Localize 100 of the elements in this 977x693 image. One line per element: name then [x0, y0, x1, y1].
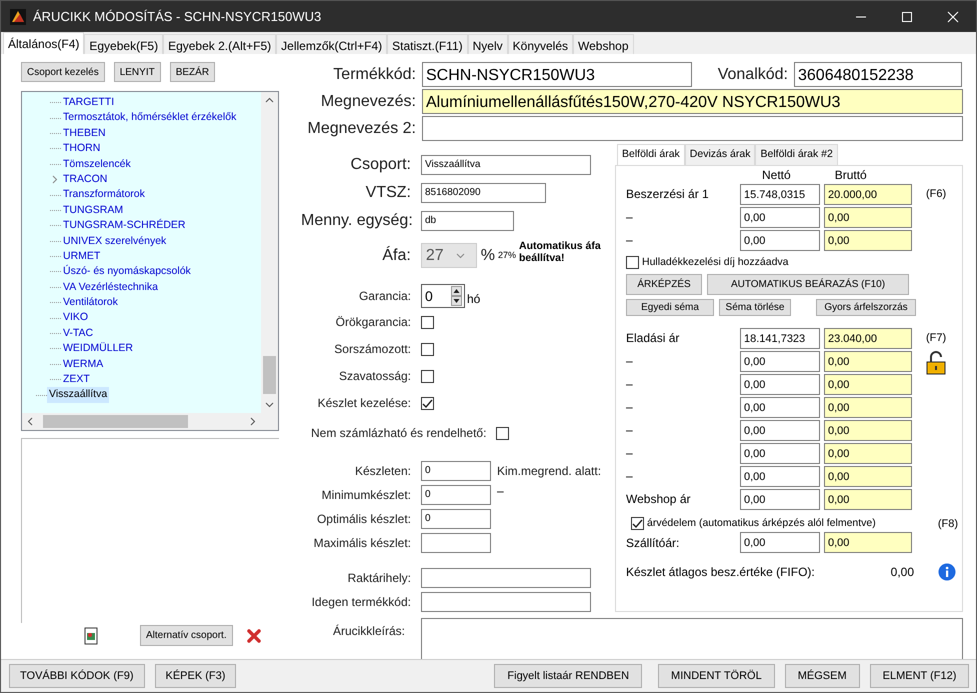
tree-item[interactable]: THORN	[61, 141, 102, 157]
scroll-down-icon[interactable]	[265, 400, 274, 409]
price-field[interactable]: 0,00	[740, 442, 820, 464]
price-field[interactable]: 0,00	[824, 230, 912, 251]
input-field[interactable]	[422, 116, 963, 141]
tree-item[interactable]: TARGETTI	[61, 95, 116, 110]
button[interactable]: BEZÁR	[170, 62, 216, 82]
tree-item[interactable]: VIKO	[61, 310, 90, 326]
input-field[interactable]: 0	[421, 461, 491, 481]
input-field[interactable]	[421, 568, 591, 588]
button[interactable]: Séma törlése	[719, 298, 791, 316]
chevron-icon[interactable]	[50, 175, 59, 184]
tree-item[interactable]: TUNGSRAM-SCHRÉDER	[61, 218, 188, 234]
price-field[interactable]: 0,00	[740, 396, 820, 418]
padlock-icon[interactable]	[926, 351, 946, 375]
input-field[interactable]: Visszaállítva	[421, 155, 591, 175]
tab[interactable]: Egyebek 2.(Alt+F5)	[163, 34, 276, 54]
checkbox[interactable]	[421, 370, 434, 382]
button[interactable]: Gyors árfelszorzás	[816, 298, 916, 316]
tree-item[interactable]: WEIDMÜLLER	[61, 341, 136, 357]
number-spinner[interactable]: 0	[421, 284, 465, 308]
tree-item[interactable]: VA Vezérléstechnika	[61, 280, 160, 296]
input-field[interactable]: SCHN-NSYCR150WU3	[422, 62, 692, 87]
price-field[interactable]: 0,00	[740, 206, 820, 228]
tree-item[interactable]: ZEXT	[61, 372, 92, 388]
scroll-right-icon[interactable]	[248, 417, 257, 426]
button[interactable]: MÉGSEM	[784, 664, 860, 688]
checkbox[interactable]	[421, 342, 434, 356]
tree-item[interactable]: Ventilátorok	[61, 295, 120, 310]
tab[interactable]: Könyvelés	[508, 34, 574, 54]
document-icon[interactable]	[84, 626, 98, 644]
button[interactable]: Csoport kezelés	[21, 62, 105, 82]
input-field[interactable]: 0	[421, 509, 491, 529]
button[interactable]: Egyedi séma	[626, 298, 714, 316]
price-field[interactable]: 18.141,7323	[740, 328, 820, 348]
alternative-group-button[interactable]: Alternatív csoport.	[140, 625, 233, 646]
description-field[interactable]	[421, 618, 963, 659]
scrollbar-thumb[interactable]	[43, 415, 188, 428]
tab[interactable]: Webshop	[573, 34, 634, 54]
input-field[interactable]: Alumíniumellenállásfűtés150W,270-420V NSYCR150WU3	[422, 89, 963, 114]
delete-icon[interactable]	[246, 628, 262, 644]
tree-item[interactable]: Úszó- és nyomáskapcsolók	[61, 264, 193, 280]
checkbox[interactable]	[626, 256, 639, 270]
tab[interactable]: Belföldi árak	[617, 144, 685, 165]
input-field[interactable]	[421, 533, 491, 553]
checkbox[interactable]	[421, 316, 434, 328]
tab[interactable]: Nyelv	[468, 34, 508, 54]
tree-item[interactable]: TRACON	[61, 172, 110, 188]
price-field[interactable]: 0,00	[740, 230, 820, 251]
price-field[interactable]: 0,00	[740, 466, 820, 486]
price-field[interactable]: 0,00	[824, 466, 912, 486]
button[interactable]: Figyelt listaár RENDBEN	[494, 664, 642, 688]
dropdown[interactable]: 27	[420, 243, 477, 268]
tab[interactable]: Statiszt.(F11)	[387, 34, 468, 54]
checkbox[interactable]	[631, 517, 644, 530]
input-field[interactable]	[421, 592, 591, 612]
info-icon[interactable]	[938, 563, 956, 581]
price-field[interactable]: 0,00	[824, 350, 912, 372]
price-field[interactable]: 15.748,0315	[740, 184, 820, 205]
price-field[interactable]: 0,00	[740, 532, 820, 553]
price-field[interactable]: 0,00	[740, 374, 820, 394]
button[interactable]: ÁRKÉPZÉS	[626, 274, 702, 294]
tree-item[interactable]: URMET	[61, 248, 102, 264]
price-field[interactable]: 23.040,00	[824, 328, 912, 348]
tab[interactable]: Devizás árak	[684, 144, 756, 165]
input-field[interactable]: 8516802090	[421, 183, 546, 203]
price-field[interactable]: 0,00	[824, 420, 912, 440]
tree-item[interactable]: WERMA	[61, 356, 106, 372]
tree-item[interactable]: Termosztátok, hőmérséklet érzékelők	[61, 110, 238, 126]
spin-arrows-icon[interactable]	[451, 286, 462, 306]
tab[interactable]: Belföldi árak #2	[755, 144, 838, 165]
tree-item[interactable]: Tömszelencék	[61, 156, 133, 172]
checkbox[interactable]	[421, 396, 434, 410]
tree-item[interactable]: UNIVEX szerelvények	[61, 234, 168, 249]
input-field[interactable]: db	[421, 211, 514, 231]
price-field[interactable]: 0,00	[740, 488, 820, 510]
price-field[interactable]: 0,00	[824, 442, 912, 464]
button[interactable]: ELMENT (F12)	[870, 664, 970, 688]
scrollbar-thumb[interactable]	[263, 356, 276, 394]
tree-item[interactable]: TUNGSRAM	[61, 202, 126, 218]
price-field[interactable]: 0,00	[824, 206, 912, 228]
tab[interactable]: Általános(F4)	[3, 32, 84, 54]
button[interactable]: TOVÁBBI KÓDOK (F9)	[9, 664, 144, 688]
price-field[interactable]: 0,00	[740, 420, 820, 440]
price-field[interactable]: 0,00	[824, 532, 912, 553]
tree-item[interactable]: Transzformátorok	[61, 187, 147, 203]
price-field[interactable]: 0,00	[824, 374, 912, 394]
price-field[interactable]: 0,00	[740, 350, 820, 372]
button[interactable]: KÉPEK (F3)	[154, 664, 236, 688]
input-field[interactable]: 0	[421, 485, 491, 505]
button[interactable]: AUTOMATIKUS BEÁRAZÁS (F10)	[707, 274, 909, 294]
price-field[interactable]: 0,00	[824, 488, 912, 510]
tree-item[interactable]: V-TAC	[61, 326, 96, 342]
price-field[interactable]: 0,00	[824, 396, 912, 418]
input-field[interactable]: 3606480152238	[794, 62, 962, 87]
button[interactable]: MINDENT TÖRÖL	[658, 664, 775, 688]
tab[interactable]: Jellemzők(Ctrl+F4)	[276, 34, 388, 54]
checkbox[interactable]	[496, 426, 510, 440]
button[interactable]: LENYIT	[114, 62, 161, 82]
price-field[interactable]: 20.000,00	[824, 184, 912, 205]
